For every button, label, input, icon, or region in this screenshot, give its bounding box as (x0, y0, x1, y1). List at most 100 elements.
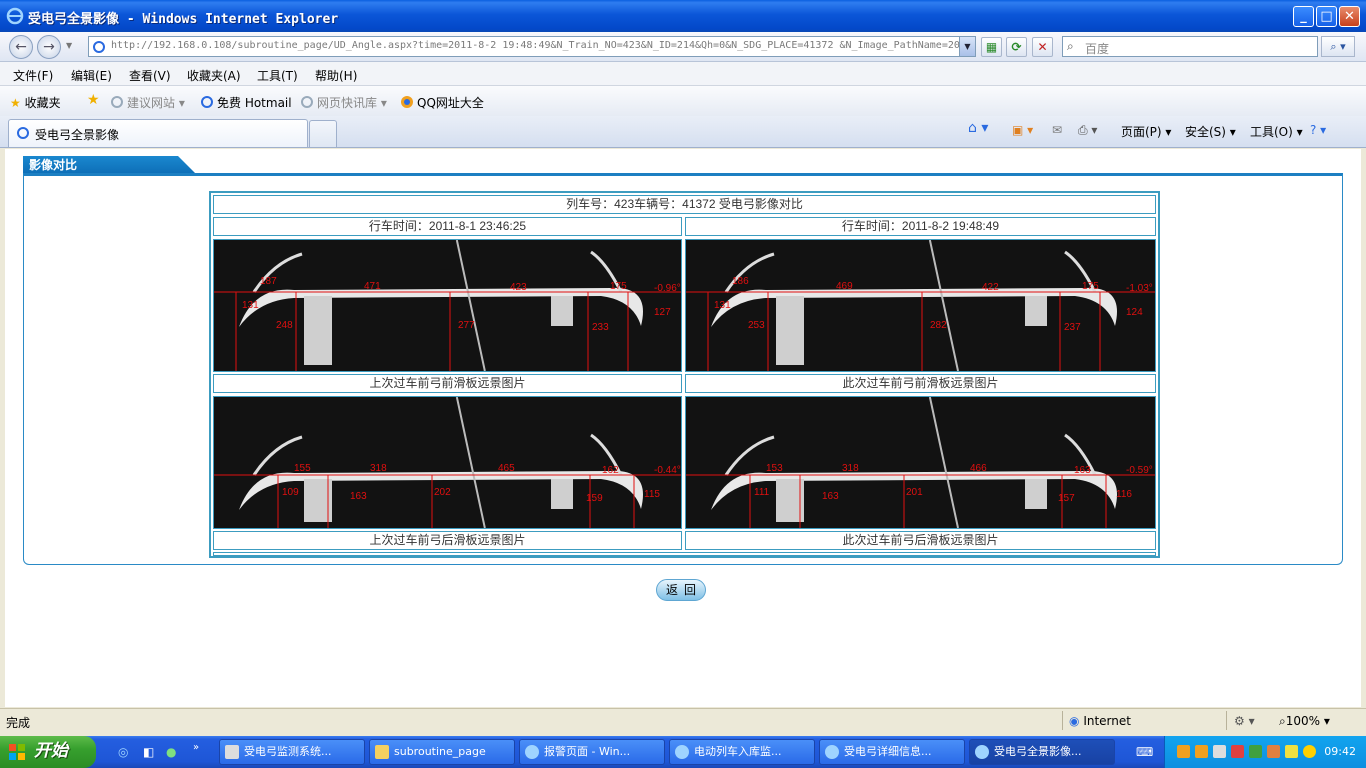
refresh-icon[interactable]: ⟳ (1006, 37, 1027, 57)
close-button[interactable]: ✕ (1339, 6, 1360, 27)
page-content[interactable]: 影像对比 列车号：423车辆号：41372 受电弓影像对比 行车时间：2011-… (0, 149, 1366, 707)
quicklaunch-media-icon[interactable]: ● (166, 745, 176, 759)
image-background (686, 240, 1155, 371)
help-icon[interactable]: ? ▾ (1310, 123, 1326, 137)
qq-tray-icon[interactable] (1195, 745, 1208, 758)
app-tray-icon[interactable] (1285, 745, 1298, 758)
page-icon (93, 41, 105, 53)
support-bracket (551, 479, 573, 509)
taskbar: 开始 ◎ ◧ ● » 受电弓监测系统... subroutine_page 报警… (0, 736, 1366, 768)
task-alarm-page[interactable]: 报警页面 - Win... (519, 739, 665, 765)
menu-view[interactable]: 查看(V) (129, 67, 171, 84)
feeds-icon[interactable]: ▣ ▾ (1012, 123, 1033, 137)
compat-view-icon[interactable]: ▦ (981, 37, 1002, 57)
protected-mode-icon[interactable]: ⚙ ▾ (1234, 714, 1255, 728)
history-dropdown-icon[interactable]: ▼ (66, 41, 72, 50)
qq-tray-icon[interactable] (1177, 745, 1190, 758)
measure-label: 127 (654, 307, 671, 318)
measure-label: 162 (602, 465, 619, 476)
start-button[interactable]: 开始 (0, 736, 96, 768)
app-tray-icon[interactable] (1303, 745, 1316, 758)
measure-label: 157 (1058, 493, 1075, 504)
back-button[interactable]: 返回 (656, 579, 706, 601)
caption-prev-rear: 上次过车前弓后滑板远景图片 (213, 531, 682, 550)
quicklaunch-ie-icon[interactable]: ◎ (118, 745, 128, 759)
task-monitor-system[interactable]: 受电弓监测系统... (219, 739, 365, 765)
image-background (214, 240, 681, 371)
measure-label: 153 (766, 463, 783, 474)
minimize-button[interactable]: _ (1293, 6, 1314, 27)
measure-label: 318 (370, 463, 387, 474)
print-icon[interactable]: ⎙ ▾ (1078, 123, 1097, 138)
page-menu-button[interactable]: 页面(P) ▾ (1121, 123, 1171, 140)
fav-qq-directory[interactable]: QQ网址大全 (400, 94, 484, 111)
search-input[interactable]: ⌕ 百度 (1062, 36, 1318, 57)
zoom-control[interactable]: ⌕100% ▾ (1279, 714, 1330, 729)
measure-label: 466 (970, 463, 987, 474)
menu-edit[interactable]: 编辑(E) (71, 67, 112, 84)
ie-logo-icon (6, 7, 24, 25)
quicklaunch-desktop-icon[interactable]: ◧ (143, 745, 154, 759)
fav-hotmail[interactable]: 免费 Hotmail (200, 94, 292, 111)
ie-icon (825, 745, 839, 759)
tab-label: 受电弓全景影像 (35, 128, 120, 142)
caption-curr-front: 此次过车前弓前滑板远景图片 (685, 374, 1156, 393)
address-url[interactable]: http://192.168.0.108/subroutine_page/UD_… (111, 40, 959, 51)
measure-label: 233 (592, 322, 609, 333)
app-tray-icon[interactable] (1267, 745, 1280, 758)
address-bar[interactable]: http://192.168.0.108/subroutine_page/UD_… (88, 36, 976, 57)
quicklaunch-more-icon[interactable]: » (193, 742, 199, 753)
measure-label: 318 (842, 463, 859, 474)
measure-label: 248 (276, 320, 293, 331)
fav-suggested-sites[interactable]: 建议网站 ▾ (110, 94, 185, 111)
address-dropdown-icon[interactable]: ▼ (959, 37, 975, 56)
task-subroutine-folder[interactable]: subroutine_page (369, 739, 515, 765)
volume-icon[interactable] (1231, 745, 1244, 758)
ie-page-icon (17, 127, 29, 139)
home-icon[interactable]: ⌂ ▾ (968, 120, 988, 136)
security-shield-icon[interactable] (1249, 745, 1262, 758)
task-train-monitor[interactable]: 电动列车入库监... (669, 739, 815, 765)
task-panorama-image[interactable]: 受电弓全景影像... (969, 739, 1115, 765)
windows-flag-icon (9, 744, 25, 760)
window-title-bar[interactable]: 受电弓全景影像 - Windows Internet Explorer _ □ … (0, 0, 1366, 32)
safety-menu-button[interactable]: 安全(S) ▾ (1185, 123, 1236, 140)
measure-label: -0.96° (654, 283, 681, 294)
keyboard-icon[interactable]: ⌨ (1136, 745, 1153, 759)
menu-file[interactable]: 文件(F) (13, 67, 53, 84)
network-icon[interactable] (1213, 745, 1226, 758)
tab-active[interactable]: 受电弓全景影像 (8, 119, 308, 147)
search-icon: ⌕ (1067, 39, 1074, 53)
vertical-scrollbar[interactable] (1344, 149, 1361, 707)
measure-label: 277 (458, 320, 475, 331)
comparison-table: 列车号：423车辆号：41372 受电弓影像对比 行车时间：2011-8-1 2… (209, 191, 1160, 558)
right-run-time: 行车时间：2011-8-2 19:48:49 (685, 217, 1156, 236)
mail-icon[interactable]: ✉ (1052, 123, 1062, 137)
tools-menu-button[interactable]: 工具(O) ▾ (1250, 123, 1303, 140)
search-placeholder: 百度 (1085, 42, 1110, 56)
task-detail-info[interactable]: 受电弓详细信息... (819, 739, 965, 765)
back-nav-button[interactable]: ← (9, 35, 33, 59)
measure-label: 471 (364, 281, 381, 292)
search-go-button[interactable]: ⌕ ▾ (1321, 36, 1355, 57)
zone-indicator[interactable]: ◉ Internet (1069, 714, 1131, 728)
measure-label: 469 (836, 281, 853, 292)
menu-help[interactable]: 帮助(H) (315, 67, 357, 84)
folder-icon (375, 745, 389, 759)
menu-tools[interactable]: 工具(T) (257, 67, 298, 84)
ie-page-icon (111, 96, 123, 108)
fav-webslice-gallery[interactable]: 网页快讯库 ▾ (300, 94, 387, 111)
measure-label: 115 (644, 489, 660, 500)
menu-bar: 文件(F) 编辑(E) 查看(V) 收藏夹(A) 工具(T) 帮助(H) (0, 62, 1366, 86)
comparison-header: 列车号：423车辆号：41372 受电弓影像对比 (213, 195, 1156, 214)
measure-label: 237 (1064, 322, 1081, 333)
forward-nav-button[interactable]: → (37, 35, 61, 59)
add-favorite-icon[interactable]: ★ (87, 92, 100, 108)
favorites-button[interactable]: ★ 收藏夹 (10, 94, 61, 111)
new-tab-button[interactable] (309, 120, 337, 147)
menu-favorites[interactable]: 收藏夹(A) (187, 67, 241, 84)
qq-icon (401, 96, 413, 108)
stop-icon[interactable]: ✕ (1032, 37, 1053, 57)
measure-label: 422 (982, 282, 999, 293)
maximize-button[interactable]: □ (1316, 6, 1337, 27)
